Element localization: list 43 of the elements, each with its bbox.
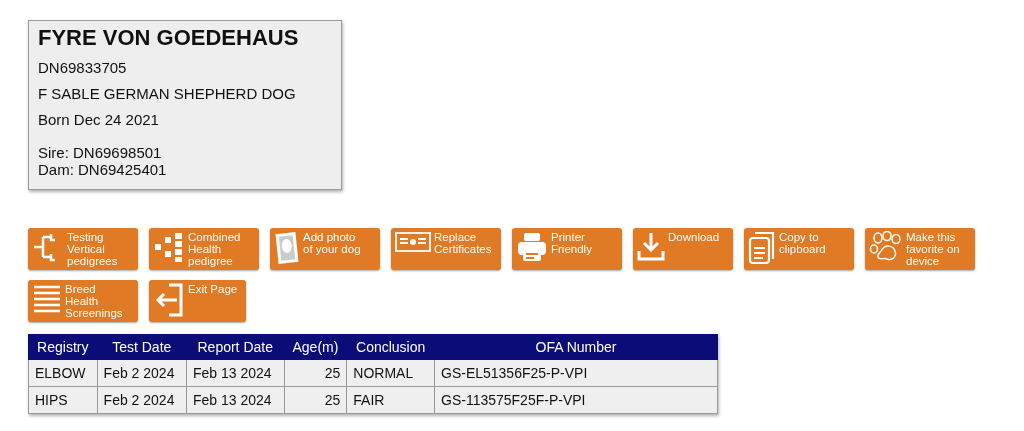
- action-button[interactable]: Breed Health Screenings: [28, 280, 138, 322]
- column-header: Registry: [28, 334, 98, 360]
- photo-icon: [274, 231, 300, 265]
- exit-icon: [153, 283, 185, 317]
- blocks-icon: [153, 231, 185, 263]
- column-header: Test Date: [97, 334, 187, 360]
- dog-description: F SABLE GERMAN SHEPHERD DOG: [38, 85, 297, 102]
- certificate-icon: [395, 231, 431, 253]
- registration-number: DN69833705: [38, 59, 128, 76]
- printer-icon: [516, 231, 548, 263]
- column-header: Conclusion: [346, 334, 435, 360]
- column-header: Age(m): [284, 334, 347, 360]
- action-button[interactable]: Printer Friendly: [512, 228, 622, 270]
- action-button[interactable]: Copy to clipboard: [744, 228, 854, 270]
- table-cell: Feb 13 2024: [186, 359, 285, 387]
- table-cell: ELBOW: [28, 359, 98, 387]
- table-cell: Feb 2 2024: [97, 359, 187, 387]
- action-button[interactable]: Make this favorite on device: [865, 228, 975, 270]
- table-cell: HIPS: [28, 386, 98, 414]
- birth-date: Born Dec 24 2021: [38, 111, 160, 128]
- dog-name: FYRE VON GOEDEHAUS: [38, 25, 300, 51]
- table-cell: GS-EL51356F25-P-VPI: [434, 359, 718, 387]
- sire-number: Sire: DN69698501: [38, 144, 163, 161]
- table-cell: NORMAL: [346, 359, 435, 387]
- table-cell: 25: [284, 386, 347, 414]
- documents-icon: [748, 231, 776, 265]
- dam-number: Dam: DN69425401: [38, 161, 168, 178]
- action-button[interactable]: Exit Page: [149, 280, 246, 322]
- action-button[interactable]: Testing Vertical pedigrees: [28, 228, 138, 270]
- table-cell: FAIR: [346, 386, 435, 414]
- paw-icon: [869, 231, 903, 263]
- download-icon: [637, 231, 665, 261]
- action-button[interactable]: Add photo of your dog: [270, 228, 380, 270]
- table-cell: 25: [284, 359, 347, 387]
- table-cell: GS-113575F25F-P-VPI: [434, 386, 718, 414]
- column-header: OFA Number: [434, 334, 718, 360]
- table-cell: Feb 13 2024: [186, 386, 285, 414]
- list-icon: [32, 283, 62, 313]
- column-header: Report Date: [186, 334, 285, 360]
- action-button[interactable]: Combined Health pedigree: [149, 228, 259, 270]
- action-button[interactable]: Download: [633, 228, 733, 270]
- action-button[interactable]: Replace Certificates: [391, 228, 501, 270]
- table-cell: Feb 2 2024: [97, 386, 187, 414]
